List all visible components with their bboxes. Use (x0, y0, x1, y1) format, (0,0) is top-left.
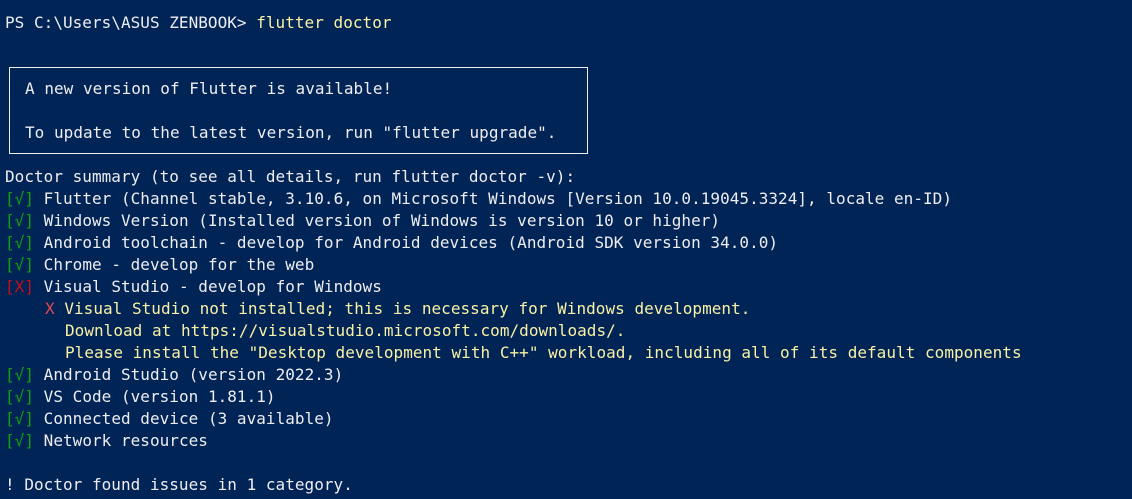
checkmark-icon: √ (14, 365, 25, 384)
check-open-bracket: [ (5, 387, 15, 406)
check-open-bracket: [ (5, 255, 15, 274)
check-text: Android toolchain - develop for Android … (34, 233, 779, 252)
vs-install-hint-line: Please install the "Desktop development … (65, 343, 1022, 362)
check-text: Flutter (Channel stable, 3.10.6, on Micr… (34, 189, 952, 208)
check-close-bracket: ] (24, 387, 35, 406)
checkmark-icon: √ (14, 255, 25, 274)
check-close-bracket: ] (24, 255, 35, 274)
check-row-vs-code: [√] VS Code (version 1.81.1) (5, 386, 276, 408)
check-open-bracket: [ (5, 233, 15, 252)
check-text: VS Code (version 1.81.1) (34, 387, 276, 406)
checkmark-icon: √ (14, 431, 25, 450)
check-open-bracket: [ (5, 431, 15, 450)
check-open-bracket: [ (5, 189, 15, 208)
cross-icon: X (14, 277, 25, 296)
check-close-bracket: ] (24, 365, 35, 384)
checkmark-icon: √ (14, 189, 25, 208)
check-text: Visual Studio - develop for Windows (34, 277, 382, 296)
checkmark-icon: √ (14, 211, 25, 230)
command-text: flutter doctor (256, 13, 392, 32)
check-open-bracket: [ (5, 365, 15, 384)
check-text: Chrome - develop for the web (34, 255, 315, 274)
update-notice-instruction: To update to the latest version, run "fl… (25, 123, 557, 142)
check-open-bracket: [ (5, 409, 15, 428)
checkmark-icon: √ (14, 409, 25, 428)
check-open-bracket: [ (5, 277, 15, 296)
check-close-bracket: ] (24, 277, 35, 296)
checkmark-icon: √ (14, 233, 25, 252)
check-open-bracket: [ (5, 211, 15, 230)
check-text: Android Studio (version 2022.3) (34, 365, 344, 384)
vs-error-line: X Visual Studio not installed; this is n… (45, 298, 750, 320)
check-close-bracket: ] (24, 211, 35, 230)
vs-download-line: Download at https://visualstudio.microso… (65, 321, 626, 340)
check-row-flutter: [√] Flutter (Channel stable, 3.10.6, on … (5, 188, 952, 210)
check-text: Connected device (3 available) (34, 409, 334, 428)
doctor-summary-heading: Doctor summary (to see all details, run … (5, 167, 576, 186)
error-x-icon: X (45, 299, 55, 318)
check-close-bracket: ] (24, 409, 35, 428)
check-row-visual-studio: [X] Visual Studio - develop for Windows (5, 276, 382, 298)
check-row-connected-device: [√] Connected device (3 available) (5, 408, 334, 430)
check-row-android-studio: [√] Android Studio (version 2022.3) (5, 364, 343, 386)
update-notice-box: A new version of Flutter is available! T… (9, 67, 588, 154)
update-notice-title: A new version of Flutter is available! (25, 79, 393, 98)
check-row-android-toolchain: [√] Android toolchain - develop for Andr… (5, 232, 778, 254)
check-row-chrome: [√] Chrome - develop for the web (5, 254, 314, 276)
prompt-line: PS C:\Users\ASUS ZENBOOK> flutter doctor (5, 12, 392, 34)
check-row-windows-version: [√] Windows Version (Installed version o… (5, 210, 720, 232)
check-close-bracket: ] (24, 233, 35, 252)
check-row-network-resources: [√] Network resources (5, 430, 208, 452)
check-close-bracket: ] (24, 431, 35, 450)
check-close-bracket: ] (24, 189, 35, 208)
doctor-issues-footer: ! Doctor found issues in 1 category. (5, 475, 353, 494)
check-text: Windows Version (Installed version of Wi… (34, 211, 721, 230)
vs-error-text: Visual Studio not installed; this is nec… (54, 299, 751, 318)
checkmark-icon: √ (14, 387, 25, 406)
check-text: Network resources (34, 431, 208, 450)
prompt-path: PS C:\Users\ASUS ZENBOOK> (5, 13, 257, 32)
